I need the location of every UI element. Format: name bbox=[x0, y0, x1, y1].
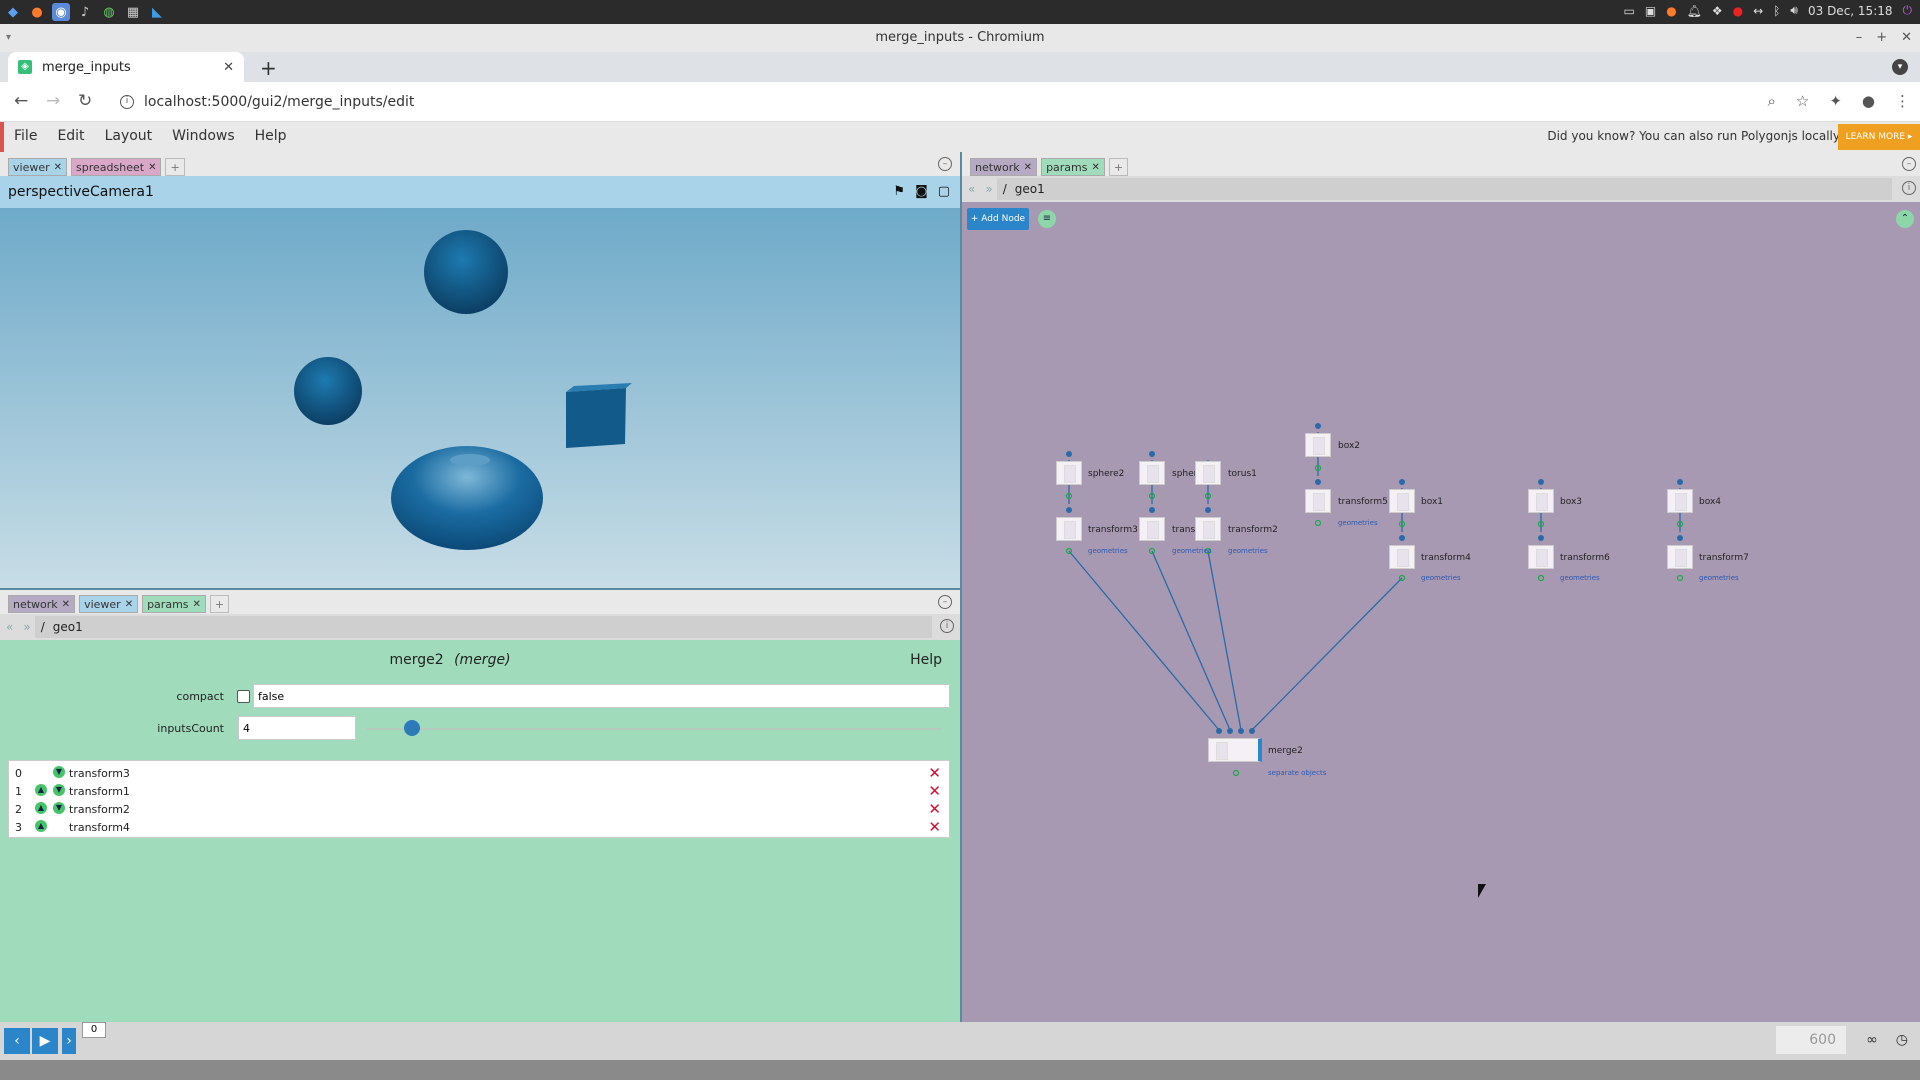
node-label: merge2 bbox=[1268, 746, 1303, 756]
node-label: transform3 bbox=[1088, 525, 1138, 535]
network-connections bbox=[1065, 423, 1684, 777]
network-node[interactable] bbox=[1056, 517, 1082, 541]
realtime-clock-icon[interactable]: ◷ bbox=[1896, 1032, 1908, 1048]
node-label: transform7 bbox=[1699, 553, 1749, 563]
node-sublabel: geometries bbox=[1560, 574, 1600, 582]
node-sublabel: geometries bbox=[1421, 574, 1461, 582]
node-label: transform4 bbox=[1421, 553, 1471, 563]
node-sublabel: geometries bbox=[1699, 574, 1739, 582]
network-node[interactable] bbox=[1139, 461, 1165, 485]
node-label: sphere2 bbox=[1088, 469, 1125, 479]
network-node[interactable] bbox=[1195, 461, 1221, 485]
previous-frame-icon[interactable]: ‹ bbox=[4, 1028, 30, 1054]
node-sublabel: separate objects bbox=[1268, 769, 1327, 777]
node-label: spher bbox=[1172, 469, 1198, 479]
network-node[interactable] bbox=[1056, 461, 1082, 485]
node-label: transform5 bbox=[1338, 497, 1388, 507]
network-node[interactable] bbox=[1305, 433, 1331, 457]
node-sublabel: geometries bbox=[1088, 547, 1128, 555]
network-node[interactable] bbox=[1305, 489, 1331, 513]
network-node[interactable] bbox=[1389, 545, 1415, 569]
node-label: torus1 bbox=[1228, 469, 1257, 479]
mouse-cursor-icon bbox=[1478, 884, 1486, 898]
network-node[interactable] bbox=[1139, 517, 1165, 541]
node-sublabel: geometries bbox=[1338, 519, 1378, 527]
node-label: box2 bbox=[1338, 441, 1360, 451]
next-frame-icon[interactable]: › bbox=[62, 1028, 76, 1054]
network-node[interactable] bbox=[1667, 545, 1693, 569]
node-label: transform6 bbox=[1560, 553, 1610, 563]
current-frame[interactable]: 0 bbox=[82, 1022, 106, 1038]
end-frame-input[interactable]: 600 bbox=[1776, 1026, 1846, 1054]
network-node[interactable] bbox=[1528, 489, 1554, 513]
network-node[interactable] bbox=[1528, 545, 1554, 569]
timeline-bar: ‹ ▶ › 0 600 ∞ ◷ bbox=[0, 1022, 1920, 1060]
loop-icon[interactable]: ∞ bbox=[1866, 1032, 1878, 1048]
play-icon[interactable]: ▶ bbox=[32, 1028, 58, 1054]
node-label: box1 bbox=[1421, 497, 1443, 507]
network-node-selected[interactable] bbox=[1208, 738, 1262, 762]
node-sublabel: geometries bbox=[1172, 547, 1212, 555]
network-node[interactable] bbox=[1667, 489, 1693, 513]
node-label: box3 bbox=[1560, 497, 1582, 507]
network-node[interactable] bbox=[1195, 517, 1221, 541]
network-node[interactable] bbox=[1389, 489, 1415, 513]
node-label: transform2 bbox=[1228, 525, 1278, 535]
bottom-strip bbox=[0, 1060, 1920, 1080]
node-label: box4 bbox=[1699, 497, 1721, 507]
node-sublabel: geometries bbox=[1228, 547, 1268, 555]
